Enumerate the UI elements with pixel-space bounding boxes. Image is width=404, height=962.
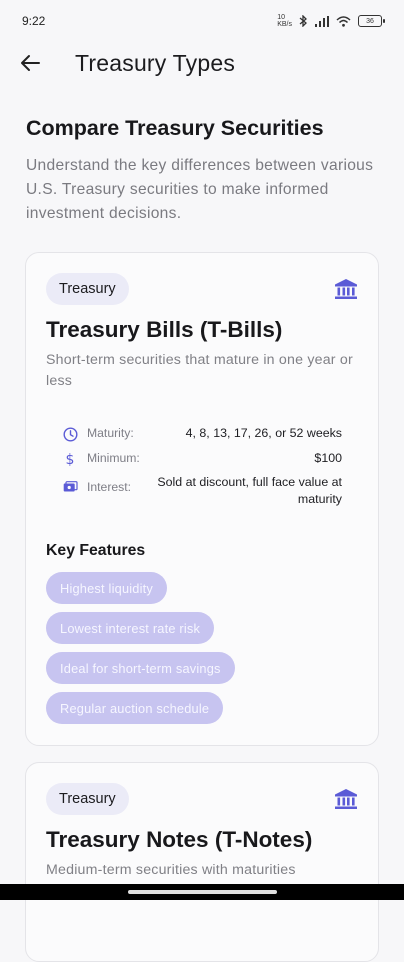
status-icons: 10 KB/s 36 — [277, 14, 385, 28]
feature-chip[interactable]: Ideal for short-term savings — [46, 652, 235, 684]
battery-icon: 36 — [358, 15, 385, 27]
detail-label: Maturity: — [87, 426, 134, 440]
security-card-tbills[interactable]: Treasury Treasury Bills (T-Bills) Short-… — [25, 252, 379, 746]
card-description: Medium-term securities with maturities — [46, 862, 296, 878]
svg-text:$: $ — [66, 452, 75, 467]
bank-icon — [335, 279, 357, 299]
back-button[interactable] — [18, 51, 42, 75]
page-title: Treasury Types — [75, 49, 236, 76]
home-handle[interactable] — [128, 890, 277, 894]
system-nav-bar — [0, 884, 404, 900]
card-title: Treasury Bills (T-Bills) — [46, 317, 283, 342]
app-bar: Treasury Types — [0, 42, 404, 84]
battery-level: 36 — [366, 17, 374, 25]
detail-label: Minimum: — [87, 451, 140, 465]
detail-interest: Interest: Sold at discount, full face va… — [62, 474, 342, 507]
feature-chip[interactable]: Regular auction schedule — [46, 692, 224, 724]
detail-label: Interest: — [87, 480, 132, 494]
dollar-icon: $ — [62, 451, 78, 467]
security-card-tnotes[interactable]: Treasury Treasury Notes (T-Notes) Medium… — [25, 762, 379, 962]
card-title: Treasury Notes (T-Notes) — [46, 827, 313, 852]
detail-maturity: Maturity: 4, 8, 13, 17, 26, or 52 weeks — [62, 425, 342, 442]
status-bar: 9:22 10 KB/s 36 — [0, 0, 404, 42]
section-description: Understand the key differences between v… — [26, 157, 374, 222]
feature-chip[interactable]: Highest liquidity — [46, 572, 168, 604]
money-icon — [62, 479, 78, 495]
key-features-heading: Key Features — [46, 542, 146, 559]
card-description: Short-term securities that mature in one… — [46, 352, 353, 389]
signal-icon — [315, 15, 329, 27]
arrow-back-icon — [21, 55, 40, 71]
feature-chip[interactable]: Lowest interest rate risk — [46, 612, 215, 644]
clock-icon — [62, 426, 78, 442]
detail-minimum: $ Minimum: $100 — [62, 450, 342, 467]
detail-value: $100 — [314, 451, 342, 465]
bluetooth-icon — [299, 15, 307, 27]
type-badge: Treasury — [46, 783, 129, 815]
section-heading: Compare Treasury Securities — [26, 116, 324, 140]
network-speed-icon: 10 KB/s — [277, 14, 292, 28]
bank-icon — [335, 789, 357, 809]
type-badge: Treasury — [46, 273, 129, 305]
detail-value: Sold at discount, full face value at mat… — [157, 475, 342, 506]
detail-value: 4, 8, 13, 17, 26, or 52 weeks — [185, 426, 342, 440]
wifi-icon — [336, 15, 351, 27]
status-time: 9:22 — [22, 14, 46, 28]
